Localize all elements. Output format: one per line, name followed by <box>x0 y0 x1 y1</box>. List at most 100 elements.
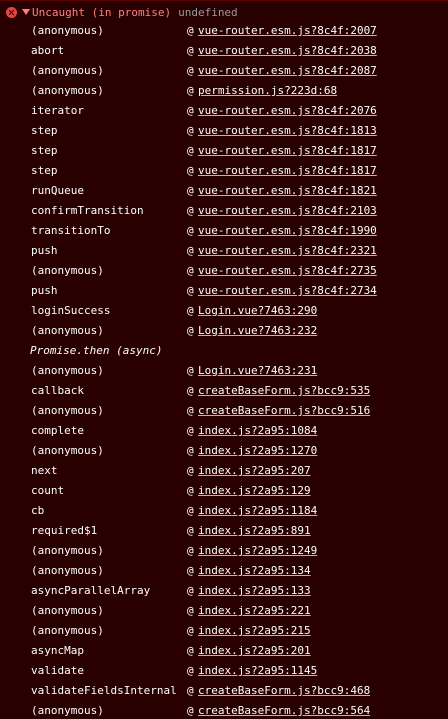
source-location-link[interactable]: createBaseForm.js?bcc9:516 <box>198 401 370 421</box>
stack-frame: (anonymous) @ index.js?2a95:1270 <box>0 441 448 461</box>
function-name: required$1 <box>31 524 98 537</box>
at-sign: @ <box>187 504 194 517</box>
stack-frame: iterator @ vue-router.esm.js?8c4f:2076 <box>0 101 448 121</box>
source-location-link[interactable]: Login.vue?7463:231 <box>198 361 317 381</box>
at-sign: @ <box>187 324 194 337</box>
at-sign: @ <box>187 484 194 497</box>
function-name: iterator <box>31 104 84 117</box>
source-location-link[interactable]: createBaseForm.js?bcc9:468 <box>198 681 370 701</box>
stack-frame: (anonymous) @ createBaseForm.js?bcc9:516 <box>0 401 448 421</box>
function-name: callback <box>31 384 84 397</box>
at-sign: @ <box>187 224 194 237</box>
function-name: (anonymous) <box>31 404 104 417</box>
async-separator: Promise.then (async) <box>0 341 448 361</box>
source-location-link[interactable]: index.js?2a95:133 <box>198 581 311 601</box>
at-sign: @ <box>187 564 194 577</box>
source-location-link[interactable]: index.js?2a95:1270 <box>198 441 317 461</box>
source-location-link[interactable]: vue-router.esm.js?8c4f:2321 <box>198 241 377 261</box>
source-location-link[interactable]: vue-router.esm.js?8c4f:2735 <box>198 261 377 281</box>
at-sign: @ <box>187 24 194 37</box>
source-location-link[interactable]: createBaseForm.js?bcc9:535 <box>198 381 370 401</box>
stack-frame: step @ vue-router.esm.js?8c4f:1813 <box>0 121 448 141</box>
stack-frame: asyncParallelArray @ index.js?2a95:133 <box>0 581 448 601</box>
function-name: (anonymous) <box>31 444 104 457</box>
at-sign: @ <box>187 444 194 457</box>
at-sign: @ <box>187 144 194 157</box>
error-header[interactable]: Uncaught (in promise) undefined <box>0 2 448 22</box>
at-sign: @ <box>187 524 194 537</box>
at-sign: @ <box>187 364 194 377</box>
function-name: validateFieldsInternal <box>31 684 177 697</box>
stack-frame: cb @ index.js?2a95:1184 <box>0 501 448 521</box>
source-location-link[interactable]: Login.vue?7463:290 <box>198 301 317 321</box>
at-sign: @ <box>187 164 194 177</box>
function-name: (anonymous) <box>31 624 104 637</box>
source-location-link[interactable]: vue-router.esm.js?8c4f:2076 <box>198 101 377 121</box>
function-name: transitionTo <box>31 224 111 237</box>
function-name: (anonymous) <box>31 564 104 577</box>
stack-frame: required$1 @ index.js?2a95:891 <box>0 521 448 541</box>
source-location-link[interactable]: vue-router.esm.js?8c4f:1817 <box>198 141 377 161</box>
source-location-link[interactable]: index.js?2a95:1145 <box>198 661 317 681</box>
source-location-link[interactable]: index.js?2a95:215 <box>198 621 311 641</box>
function-name: step <box>31 124 58 137</box>
stack-frame: complete @ index.js?2a95:1084 <box>0 421 448 441</box>
function-name: Promise.then (async) <box>30 344 163 357</box>
function-name: (anonymous) <box>31 604 104 617</box>
source-location-link[interactable]: index.js?2a95:1084 <box>198 421 317 441</box>
error-circle-icon <box>6 6 17 18</box>
source-location-link[interactable]: vue-router.esm.js?8c4f:2038 <box>198 41 377 61</box>
source-location-link[interactable]: vue-router.esm.js?8c4f:2103 <box>198 201 377 221</box>
stack-frame: (anonymous) @ index.js?2a95:1249 <box>0 541 448 561</box>
stack-frame: asyncMap @ index.js?2a95:201 <box>0 641 448 661</box>
source-location-link[interactable]: Login.vue?7463:232 <box>198 321 317 341</box>
function-name: confirmTransition <box>31 204 144 217</box>
source-location-link[interactable]: index.js?2a95:221 <box>198 601 311 621</box>
source-location-link[interactable]: index.js?2a95:207 <box>198 461 311 481</box>
function-name: next <box>31 464 58 477</box>
stack-frame: (anonymous) @ index.js?2a95:221 <box>0 601 448 621</box>
source-location-link[interactable]: index.js?2a95:1249 <box>198 541 317 561</box>
function-name: (anonymous) <box>31 24 104 37</box>
source-location-link[interactable]: vue-router.esm.js?8c4f:2734 <box>198 281 377 301</box>
at-sign: @ <box>187 584 194 597</box>
stack-frame: validateFieldsInternal @ createBaseForm.js… <box>0 681 448 701</box>
error-title: Uncaught (in promise) <box>32 5 172 19</box>
stack-frame: (anonymous) @ permission.js?223d:68 <box>0 81 448 101</box>
console-error-message: Uncaught (in promise) undefined (anonymo… <box>0 0 448 719</box>
stack-frame: callback @ createBaseForm.js?bcc9:535 <box>0 381 448 401</box>
at-sign: @ <box>187 84 194 97</box>
stack-frame: step @ vue-router.esm.js?8c4f:1817 <box>0 141 448 161</box>
source-location-link[interactable]: createBaseForm.js?bcc9:564 <box>198 701 370 719</box>
function-name: abort <box>31 44 65 57</box>
source-location-link[interactable]: index.js?2a95:891 <box>198 521 311 541</box>
function-name: (anonymous) <box>31 264 104 277</box>
function-name: complete <box>31 424 84 437</box>
at-sign: @ <box>187 124 194 137</box>
source-location-link[interactable]: index.js?2a95:134 <box>198 561 311 581</box>
source-location-link[interactable]: vue-router.esm.js?8c4f:2007 <box>198 21 377 41</box>
at-sign: @ <box>187 424 194 437</box>
expand-triangle-icon[interactable] <box>22 9 30 15</box>
stack-frame: (anonymous) @ Login.vue?7463:232 <box>0 321 448 341</box>
source-location-link[interactable]: permission.js?223d:68 <box>198 81 337 101</box>
function-name: push <box>31 244 58 257</box>
source-location-link[interactable]: vue-router.esm.js?8c4f:2087 <box>198 61 377 81</box>
source-location-link[interactable]: index.js?2a95:1184 <box>198 501 317 521</box>
at-sign: @ <box>187 404 194 417</box>
stack-frame: confirmTransition @ vue-router.esm.js?8c4f… <box>0 201 448 221</box>
at-sign: @ <box>187 104 194 117</box>
at-sign: @ <box>187 204 194 217</box>
at-sign: @ <box>187 304 194 317</box>
function-name: (anonymous) <box>31 364 104 377</box>
source-location-link[interactable]: vue-router.esm.js?8c4f:1813 <box>198 121 377 141</box>
source-location-link[interactable]: index.js?2a95:129 <box>198 481 311 501</box>
stack-frame: (anonymous) @ index.js?2a95:215 <box>0 621 448 641</box>
source-location-link[interactable]: vue-router.esm.js?8c4f:1821 <box>198 181 377 201</box>
source-location-link[interactable]: index.js?2a95:201 <box>198 641 311 661</box>
source-location-link[interactable]: vue-router.esm.js?8c4f:1817 <box>198 161 377 181</box>
function-name: asyncMap <box>31 644 84 657</box>
at-sign: @ <box>187 384 194 397</box>
error-value: undefined <box>178 5 238 19</box>
source-location-link[interactable]: vue-router.esm.js?8c4f:1990 <box>198 221 377 241</box>
